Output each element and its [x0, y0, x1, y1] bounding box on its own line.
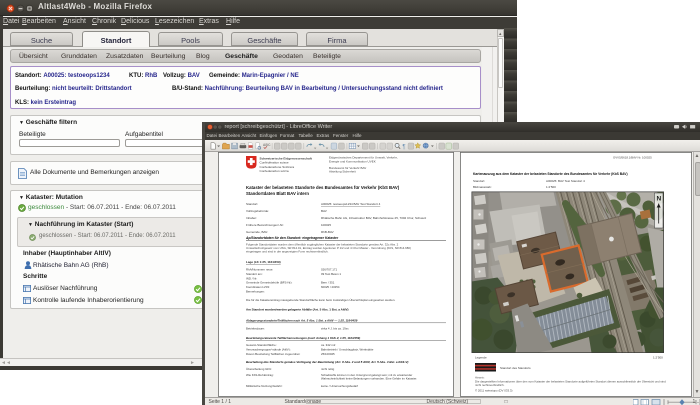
svg-text:Bern / 351: Bern / 351	[321, 281, 335, 285]
svg-text:IND / Nr:: IND / Nr:	[246, 276, 257, 280]
svg-text:A00025: BAV Test Standort 4: A00025: BAV Test Standort 4	[546, 179, 585, 183]
svg-text:Ablagerungsstandorte/Teilfläch: Ablagerungsstandorte/Teilflächen nach Ar…	[245, 319, 358, 323]
svg-text:zirka 4 J. bis ca. 19xx: zirka 4 J. bis ca. 19xx	[321, 327, 349, 331]
svg-text:Standort:: Standort:	[473, 179, 485, 183]
svg-text:Verursachergruppe/-stände (Alt: Verursachergruppe/-stände (AltlV):	[246, 347, 291, 351]
svg-text:1:2’500: 1:2’500	[653, 356, 663, 360]
svg-text:keine / Untersuchungsbedarf: keine / Untersuchungsbedarf	[321, 384, 358, 388]
svg-text:026/707.171: 026/707.171	[321, 268, 337, 272]
svg-text:Die für die Katastereintrag ma: Die für die Katastereintrag massgebende …	[246, 298, 395, 302]
svg-text:Inhaber:: Inhaber:	[246, 216, 257, 220]
svg-text:Koordinaten LV03:: Koordinaten LV03:	[246, 285, 270, 289]
svg-text:Überarbeitung GFU:: Überarbeitung GFU:	[246, 367, 272, 371]
svg-text:Beurteilungsrelevante Teilfläc: Beurteilungsrelevante Teilflächennutzung…	[246, 336, 360, 340]
svg-text:Wie KbS-Ref-Eintrag:: Wie KbS-Ref-Eintrag:	[246, 373, 274, 377]
svg-text:BAV: BAV	[321, 209, 327, 213]
svg-text:100025: 100025	[321, 223, 331, 227]
svg-text:ca. 342 m2: ca. 342 m2	[321, 343, 336, 347]
svg-text:N: N	[656, 196, 661, 203]
svg-text:Gesamt-Standortfläche:: Gesamt-Standortfläche:	[246, 343, 277, 347]
svg-text:GVV5/5618.1/BAV Nr. 100025: GVV5/5618.1/BAV Nr. 100025	[613, 156, 652, 160]
svg-text:Standortdaten Blatt BAV intern: Standortdaten Blatt BAV intern	[246, 191, 309, 196]
svg-text:Confederaziun svizra: Confederaziun svizra	[259, 169, 288, 173]
svg-text:Davon Beurteilung Teilflächen: Davon Beurteilung Teilflächen zugeordnet…	[246, 352, 300, 356]
svg-text:eingetragen und sind in der an: eingetragen und sind in der angezeigten …	[246, 250, 329, 254]
svg-text:A00025: testoeops1234 BAV Test: A00025: testoeops1234 BAV Test Standort …	[321, 202, 381, 206]
svg-text:Standort des Standorts: Standort des Standorts	[500, 366, 531, 370]
svg-text:nicht nötig: nicht nötig	[321, 367, 335, 371]
svg-text:RhA/Nummern neue:: RhA/Nummern neue:	[246, 268, 273, 272]
svg-text:Energie und Kommunikation UVEK: Energie und Kommunikation UVEK	[329, 159, 376, 163]
svg-text:Wahrscheinlichkeit keine Belas: Wahrscheinlichkeit keine Belastungen vor…	[321, 377, 417, 381]
svg-text:Kartenauszug aus dem Kataster: Kartenauszug aus dem Kataster der belast…	[473, 172, 628, 176]
svg-text:RhB-BAV: RhB-BAV	[321, 230, 334, 234]
svg-text:Beurteilung des Standorts gemä: Beurteilung des Standorts gemäss Verfügu…	[246, 360, 408, 364]
svg-text:Standort am:: Standort am:	[246, 272, 263, 276]
svg-text:Bahnbetrieb / Umschlagplatz, W: Bahnbetrieb / Umschlagplatz, Werkstätte	[321, 347, 374, 351]
svg-text:Lage (LK 1:25, 1164/459): Lage (LK 1:25, 1164/459)	[246, 260, 281, 264]
svg-text:Vollzugsbehörde:: Vollzugsbehörde:	[246, 209, 269, 213]
svg-text:Gemeinde, BAV:: Gemeinde, BAV:	[246, 230, 268, 234]
svg-text:1:2’500: 1:2’500	[546, 185, 556, 189]
svg-text:Betriebsdauer:: Betriebsdauer:	[246, 327, 265, 331]
svg-text:Standort:: Standort:	[246, 202, 258, 206]
svg-text:¶: ¶	[402, 143, 406, 150]
svg-text:60025 / 23254: 60025 / 23254	[321, 285, 340, 289]
svg-text:Gemeinde Gemeindehöfe (BFS-Nr): Gemeinde Gemeindehöfe (BFS-Nr):	[246, 281, 292, 285]
svg-text:nicht rechtsverbindlich.: nicht rechtsverbindlich.	[475, 383, 505, 387]
svg-text:Frühere Bezeichnungen/-Nr:: Frühere Bezeichnungen/-Nr:	[246, 223, 284, 227]
svg-text:Abteilung Sicherheit: Abteilung Sicherheit	[329, 170, 356, 174]
svg-text:Legende: Legende	[475, 356, 487, 360]
svg-text:Ap/Standortdaten für den Stand: Ap/Standortdaten für den Standort: einge…	[245, 236, 339, 240]
svg-text:© 2011 swisstopo (DV 033.3): © 2011 swisstopo (DV 033.3)	[475, 389, 512, 393]
svg-text:Militärische Nutzung/Gefahr:: Militärische Nutzung/Gefahr:	[246, 384, 283, 388]
svg-text:09 Test Beton 1: 09 Test Beton 1	[321, 272, 341, 276]
svg-text:Bemerkungen:: Bemerkungen:	[246, 290, 265, 294]
svg-text:25/100025: 25/100025	[321, 352, 335, 356]
svg-text:Bildmassstab:: Bildmassstab:	[473, 185, 492, 189]
svg-text:Kataster der belasteten Stando: Kataster der belasteten Standorte des Bu…	[246, 185, 400, 190]
svg-text:Am Standort wurden/werden gela: Am Standort wurden/werden gelagerte Abfä…	[246, 308, 349, 312]
svg-text:Rhätische Bahn AG, Infrastrukt: Rhätische Bahn AG, Infrastruktur BAV, Ba…	[321, 216, 427, 220]
